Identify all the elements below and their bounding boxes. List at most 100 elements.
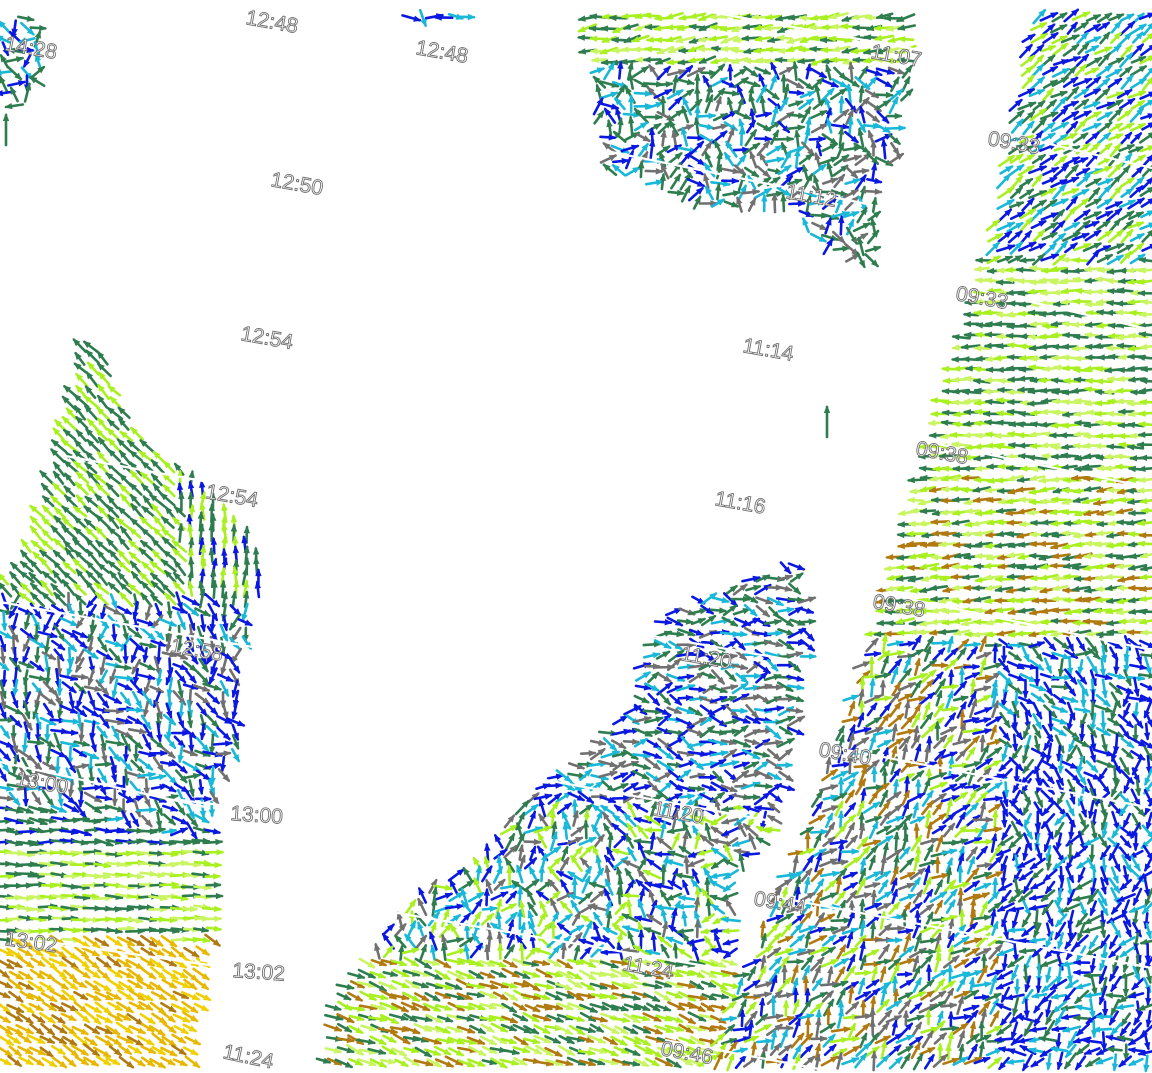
wind-arrowhead (892, 76, 900, 85)
wind-arrowhead (718, 57, 727, 64)
wind-arrowhead (1038, 597, 1047, 604)
wind-arrowhead (1125, 487, 1134, 495)
wind-arrowhead (941, 388, 950, 395)
wind-arrowhead (0, 90, 4, 97)
wind-arrowhead (131, 654, 138, 664)
wind-arrowhead (908, 488, 917, 495)
wind-arrowhead (1028, 540, 1037, 548)
wind-arrowhead (1116, 375, 1125, 383)
wind-arrowhead (1113, 666, 1120, 675)
wind-arrowhead (236, 720, 246, 727)
wind-arrowhead (826, 160, 833, 170)
wind-arrowhead (714, 139, 721, 149)
wind-arrowhead (1082, 11, 1091, 18)
wind-arrowhead (651, 684, 660, 692)
wind-arrowhead (610, 103, 620, 110)
wind-arrowhead (1071, 34, 1081, 41)
wind-arrowhead (1081, 188, 1090, 196)
wind-arrowhead (839, 81, 849, 88)
wind-arrowhead (1071, 222, 1081, 229)
wind-arrowhead (187, 547, 195, 556)
wind-arrowhead (1105, 443, 1115, 450)
wind-arrowhead (826, 237, 833, 247)
wind-arrowhead (931, 465, 940, 473)
wind-arrowhead (1094, 276, 1103, 283)
wind-arrowhead (1017, 442, 1026, 449)
wind-arrowhead (1126, 353, 1135, 360)
wind-arrowhead (807, 91, 816, 98)
wind-arrowhead (795, 695, 805, 702)
wind-arrowhead (896, 521, 905, 528)
wind-arrowhead (576, 34, 585, 41)
wind-arrowhead (1115, 133, 1124, 140)
wind-arrowhead (1007, 562, 1016, 569)
wind-arrowhead (770, 74, 777, 83)
wind-arrowhead (168, 620, 178, 627)
wind-arrowhead (243, 525, 250, 534)
wind-arrowhead (1105, 432, 1114, 440)
wind-arrowhead (993, 597, 1002, 604)
wind-arrowhead (993, 320, 1002, 328)
wind-arrowhead (847, 218, 854, 228)
wind-arrowhead (808, 618, 817, 625)
wind-arrowhead (413, 15, 422, 22)
wind-arrowhead (1104, 254, 1114, 261)
wind-arrowhead (1063, 520, 1072, 527)
wind-arrowhead (942, 377, 951, 384)
wind-arrowhead (1092, 88, 1102, 96)
wind-arrowhead (961, 356, 970, 363)
wind-arrowhead (23, 59, 30, 69)
wind-arrowhead (738, 118, 745, 127)
wind-arrowhead (1069, 133, 1078, 140)
wind-arrowhead (1105, 309, 1113, 316)
wind-arrowhead (908, 629, 917, 636)
wind-arrow (1140, 653, 1152, 658)
wind-arrowhead (825, 63, 832, 73)
wind-arrowhead (727, 63, 734, 72)
wind-arrowhead (1038, 243, 1047, 250)
wind-arrowhead (962, 320, 971, 328)
wind-arrowhead (850, 189, 860, 196)
wind-arrowhead (14, 708, 24, 715)
wind-arrowhead (898, 124, 907, 132)
wind-arrowhead (1060, 198, 1070, 205)
wind-arrowhead (664, 13, 674, 20)
wind-arrowhead (719, 45, 729, 52)
wind-arrowhead (1028, 552, 1037, 560)
wind-arrowhead (232, 545, 240, 554)
wind-arrowhead (962, 311, 971, 318)
wind-arrowhead (1018, 322, 1027, 329)
wind-arrowhead (1017, 496, 1026, 503)
wind-arrowhead (653, 123, 662, 130)
wind-arrowhead (940, 497, 949, 504)
wind-arrowhead (599, 25, 609, 32)
wind-arrowhead (1139, 454, 1147, 461)
wind-arrowhead (596, 67, 606, 74)
wind-arrowhead (982, 562, 991, 570)
wind-arrowhead (980, 635, 987, 644)
wind-arrowhead (1093, 442, 1102, 450)
wind-arrowhead (695, 629, 705, 636)
wind-arrowhead (927, 419, 936, 427)
wind-arrowhead (694, 85, 701, 94)
wind-arrowhead (737, 84, 744, 93)
wind-arrowhead (962, 584, 971, 592)
wind-arrowhead (1017, 310, 1026, 317)
wind-arrowhead (885, 554, 894, 561)
wind-arrowhead (1005, 332, 1014, 339)
wind-arrowhead (1080, 157, 1089, 164)
wind-arrowhead (1036, 89, 1046, 96)
wind-arrowhead (896, 542, 905, 550)
wind-arrowhead (820, 24, 829, 31)
wind-arrowhead (1030, 465, 1039, 473)
wind-arrowhead (947, 690, 954, 699)
wind-arrowhead (122, 656, 129, 665)
wind-arrowhead (774, 56, 783, 64)
wind-arrowhead (950, 356, 959, 363)
wind-arrowhead (694, 72, 701, 81)
wind-arrowhead (813, 174, 820, 184)
wind-arrowhead (858, 259, 866, 269)
wind-arrowhead (1019, 465, 1028, 472)
wind-arrowhead (749, 150, 756, 160)
wind-arrowhead (818, 71, 828, 78)
